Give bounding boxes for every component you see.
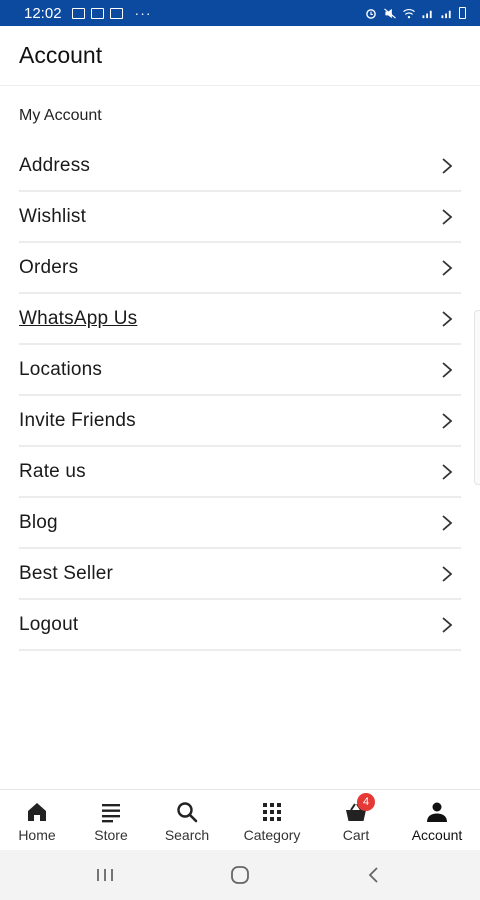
recent-apps-button[interactable] (90, 862, 120, 888)
list-icon (102, 804, 120, 823)
menu-item-orders[interactable]: Orders (19, 243, 461, 294)
wifi-icon (403, 8, 415, 18)
cart-icon-wrap: 4 (344, 793, 375, 824)
nav-store[interactable]: Store (88, 790, 134, 850)
menu-item-label: Blog (19, 511, 58, 533)
home-circle-icon (231, 866, 249, 884)
nav-label: Search (164, 827, 210, 843)
app-header: Account (0, 26, 480, 86)
scroll-indicator[interactable] (474, 310, 480, 485)
status-right (364, 7, 466, 19)
chevron-right-icon (442, 412, 453, 429)
overflow-dots: ··· (134, 5, 152, 21)
status-bar: 12:02 ··· (0, 0, 480, 26)
menu-item-label: Logout (19, 613, 79, 635)
menu-item-logout[interactable]: Logout (19, 600, 461, 651)
menu-item-label: Best Seller (19, 562, 114, 584)
chevron-right-icon (442, 514, 453, 531)
nav-account[interactable]: Account (404, 790, 470, 850)
home-button[interactable] (225, 862, 255, 888)
nav-home[interactable]: Home (14, 790, 60, 850)
image-icon (71, 7, 85, 19)
home-icon (28, 803, 46, 821)
menu-item-whatsapp[interactable]: WhatsApp Us (19, 294, 461, 345)
status-left: 12:02 ··· (24, 5, 152, 22)
chevron-right-icon (442, 208, 453, 225)
nav-category[interactable]: Category (237, 790, 307, 850)
account-menu: Address Wishlist Orders WhatsApp Us Loca… (0, 141, 480, 651)
nav-search[interactable]: Search (159, 790, 215, 850)
chevron-right-icon (442, 310, 453, 327)
nav-label: Category (243, 827, 301, 843)
chevron-right-icon (442, 463, 453, 480)
menu-item-label: Orders (19, 256, 79, 278)
menu-item-invite-friends[interactable]: Invite Friends (19, 396, 461, 447)
menu-item-label: Invite Friends (19, 409, 136, 431)
nav-label: Home (18, 827, 56, 843)
recent-apps-icon (97, 869, 113, 881)
mute-icon (384, 7, 396, 19)
menu-item-rate-us[interactable]: Rate us (19, 447, 461, 498)
section-label: My Account (19, 107, 102, 124)
page-title: Account (19, 42, 103, 68)
menu-item-label: Wishlist (19, 205, 87, 227)
menu-item-label: WhatsApp Us (19, 307, 138, 329)
cart-badge: 4 (357, 793, 375, 811)
menu-item-blog[interactable]: Blog (19, 498, 461, 549)
gallery-icon (90, 7, 104, 19)
chevron-right-icon (442, 565, 453, 582)
status-time: 12:02 (24, 4, 62, 22)
chevron-right-icon (442, 157, 453, 174)
chevron-right-icon (442, 361, 453, 378)
chevron-right-icon (442, 259, 453, 276)
menu-item-address[interactable]: Address (19, 141, 461, 192)
menu-item-label: Address (19, 154, 91, 176)
menu-item-label: Locations (19, 358, 103, 380)
nav-label: Account (411, 827, 463, 843)
menu-item-best-seller[interactable]: Best Seller (19, 549, 461, 600)
back-button[interactable] (359, 862, 389, 888)
back-icon (368, 867, 378, 883)
person-icon (427, 802, 447, 822)
signal-icon (422, 10, 432, 18)
menu-item-locations[interactable]: Locations (19, 345, 461, 396)
nav-label: Store (94, 827, 128, 843)
nav-cart[interactable]: 4 Cart (334, 790, 378, 850)
system-nav (0, 850, 480, 900)
battery-icon (459, 7, 466, 19)
menu-item-label: Rate us (19, 460, 86, 482)
chevron-right-icon (442, 616, 453, 633)
menu-item-wishlist[interactable]: Wishlist (19, 192, 461, 243)
alarm-icon (366, 8, 376, 19)
nav-label: Cart (342, 827, 370, 843)
signal-icon (441, 10, 451, 18)
grid-icon (263, 803, 281, 821)
bottom-nav: Home Store Search Category 4 Cart Accoun… (0, 789, 480, 849)
search-icon (177, 802, 198, 823)
calendar-icon (109, 7, 123, 19)
